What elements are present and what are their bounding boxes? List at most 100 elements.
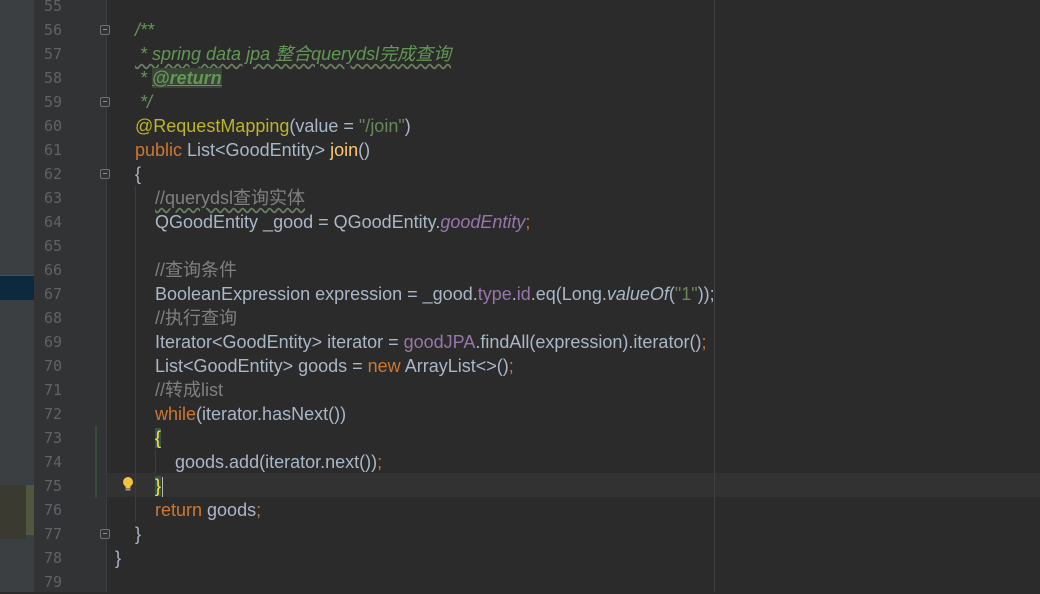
code-text: ArrayList<>() <box>400 356 509 376</box>
code-text: () <box>358 140 371 160</box>
string-literal: "1" <box>674 284 698 304</box>
static-method: valueOf <box>606 284 669 304</box>
code-line-67[interactable]: BooleanExpression expression = _good.typ… <box>155 282 715 306</box>
brace: } <box>115 548 122 568</box>
fold-icon[interactable] <box>100 97 110 107</box>
code-line-75[interactable]: } <box>155 474 164 498</box>
pane-highlight <box>0 485 26 539</box>
keyword: return <box>155 500 203 520</box>
gutter-divider <box>106 0 107 592</box>
line-number: 67 <box>43 285 62 303</box>
fold-icon[interactable] <box>100 529 110 539</box>
project-pane-edge <box>0 0 34 592</box>
line-number: 61 <box>43 141 62 159</box>
string-literal: "/join" <box>358 116 405 136</box>
code-text: (iterator.hasNext()) <box>196 404 347 424</box>
code-text: ) <box>404 116 411 136</box>
line-number: 62 <box>43 165 62 183</box>
code-line-56[interactable]: /** <box>135 18 154 42</box>
line-number: 78 <box>43 549 62 567</box>
line-comment: //执行查询 <box>155 308 238 328</box>
code-line-68[interactable]: //执行查询 <box>155 306 237 330</box>
line-number: 60 <box>43 117 62 135</box>
matched-brace: { <box>155 428 162 448</box>
field: type <box>477 284 512 304</box>
code-line-73[interactable]: { <box>155 426 162 450</box>
code-text: (value = <box>289 116 359 136</box>
lightbulb-icon[interactable] <box>120 475 136 493</box>
line-number: 70 <box>43 357 62 375</box>
semicolon: ; <box>256 500 262 520</box>
line-number: 59 <box>43 93 62 111</box>
code-text: goods.add(iterator.next()) <box>175 452 378 472</box>
code-line-78[interactable]: } <box>115 546 121 570</box>
code-line-63[interactable]: //querydsl查询实体 <box>155 186 305 210</box>
doc-return-tag: @return <box>152 68 222 88</box>
line-number: 63 <box>43 189 62 207</box>
line-number: 65 <box>43 237 62 255</box>
code-editor[interactable]: 55 56 57 58 59 60 61 62 63 64 65 66 67 6… <box>0 0 1040 592</box>
code-text: List<GoodEntity> goods = <box>155 356 368 376</box>
code-line-72[interactable]: while(iterator.hasNext()) <box>155 402 346 426</box>
code-text: )); <box>697 284 715 304</box>
line-comment: //转成list <box>155 380 224 400</box>
line-number: 79 <box>43 573 62 591</box>
code-line-59[interactable]: */ <box>135 90 152 114</box>
line-comment: //查询条件 <box>155 260 238 280</box>
code-line-61[interactable]: public List<GoodEntity> join() <box>135 138 370 162</box>
semicolon: ; <box>377 452 383 472</box>
line-number: 74 <box>43 453 62 471</box>
code-text: BooleanExpression expression = _good. <box>155 284 478 304</box>
keyword: while <box>155 404 197 424</box>
indent-guide <box>135 186 136 522</box>
code-line-62[interactable]: { <box>135 162 141 186</box>
project-tree-selection[interactable] <box>0 276 34 300</box>
doc-comment: * <box>135 68 153 88</box>
fold-icon[interactable] <box>100 25 110 35</box>
line-number: 73 <box>43 429 62 447</box>
line-number: 64 <box>43 213 62 231</box>
doc-comment: */ <box>135 92 153 112</box>
line-number: 66 <box>43 261 62 279</box>
code-line-74[interactable]: goods.add(iterator.next()); <box>175 450 382 474</box>
field: goodJPA <box>403 332 476 352</box>
brace: } <box>135 524 142 544</box>
code-line-76[interactable]: return goods; <box>155 498 261 522</box>
brace: { <box>135 164 142 184</box>
method-name: join <box>330 140 359 160</box>
pane-scroll-marker <box>26 485 34 535</box>
indent-guide <box>155 450 156 474</box>
code-text: QGoodEntity _good = QGoodEntity. <box>155 212 441 232</box>
semicolon: ; <box>525 212 531 232</box>
line-number: 77 <box>43 525 62 543</box>
code-text: Iterator<GoodEntity> iterator = <box>155 332 404 352</box>
text-caret <box>162 477 164 498</box>
current-line-highlight <box>107 473 1040 497</box>
line-number: 76 <box>43 501 62 519</box>
fold-icon[interactable] <box>100 169 110 179</box>
code-text: .findAll(expression).iterator() <box>475 332 702 352</box>
code-line-57[interactable]: * spring data jpa 整合querydsl完成查询 <box>135 42 451 66</box>
semicolon: ; <box>508 356 514 376</box>
code-text: .eq(Long. <box>530 284 607 304</box>
code-line-77[interactable]: } <box>135 522 141 546</box>
code-line-71[interactable]: //转成list <box>155 378 223 402</box>
line-number: 69 <box>43 333 62 351</box>
code-line-60[interactable]: @RequestMapping(value = "/join") <box>135 114 411 138</box>
code-line-70[interactable]: List<GoodEntity> goods = new ArrayList<>… <box>155 354 514 378</box>
line-number: 72 <box>43 405 62 423</box>
code-text: List<GoodEntity> <box>182 140 331 160</box>
doc-comment: /** <box>135 20 155 40</box>
semicolon: ; <box>701 332 707 352</box>
line-number: 68 <box>43 309 62 327</box>
line-number: 75 <box>43 477 62 495</box>
code-line-66[interactable]: //查询条件 <box>155 258 237 282</box>
doc-comment: * spring data jpa 整合querydsl完成查询 <box>135 44 452 64</box>
keyword: public <box>135 140 183 160</box>
keyword: new <box>367 356 401 376</box>
code-line-64[interactable]: QGoodEntity _good = QGoodEntity.goodEnti… <box>155 210 530 234</box>
line-number: 56 <box>43 21 62 39</box>
code-line-69[interactable]: Iterator<GoodEntity> iterator = goodJPA.… <box>155 330 706 354</box>
code-line-58[interactable]: * @return <box>135 66 222 90</box>
vcs-change-marker[interactable] <box>95 426 97 498</box>
